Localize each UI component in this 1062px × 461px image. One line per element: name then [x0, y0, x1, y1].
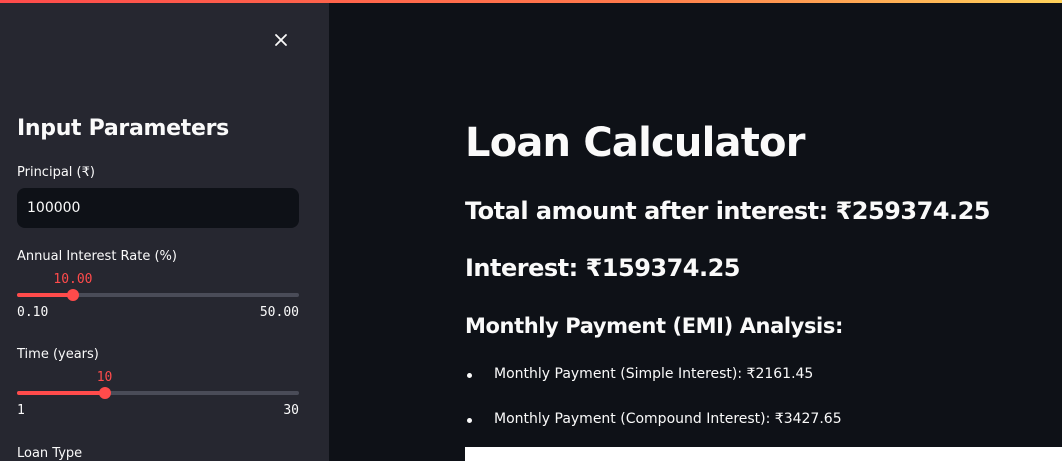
- slider-thumb[interactable]: [66, 289, 79, 301]
- close-icon: [275, 34, 287, 46]
- interest-rate-slider[interactable]: 10.00 0.10 50.00: [17, 272, 299, 320]
- time-label: Time (years): [17, 347, 99, 362]
- top-decoration-bar: [0, 0, 1062, 3]
- total-amount-heading: Total amount after interest: ₹259374.25: [465, 197, 991, 225]
- time-slider[interactable]: 10 1 30: [17, 370, 299, 418]
- sidebar: Input Parameters Principal (₹) 100000 An…: [0, 0, 329, 461]
- slider-max-label: 30: [283, 403, 299, 418]
- slider-fill: [17, 391, 105, 395]
- slider-value: 10.00: [53, 272, 93, 287]
- page-title: Loan Calculator: [465, 120, 805, 166]
- loan-type-label: Loan Type: [17, 446, 83, 461]
- main-content: Loan Calculator Total amount after inter…: [329, 0, 1062, 461]
- bullet-dot: [467, 373, 472, 378]
- emi-compound-text: Monthly Payment (Compound Interest): ₹34…: [494, 411, 842, 427]
- slider-min-label: 1: [17, 403, 25, 418]
- principal-label: Principal (₹): [17, 165, 95, 180]
- sidebar-title: Input Parameters: [17, 116, 229, 141]
- bullet-dot: [467, 418, 472, 423]
- slider-min-label: 0.10: [17, 305, 49, 320]
- interest-heading: Interest: ₹159374.25: [465, 254, 741, 282]
- interest-rate-label: Annual Interest Rate (%): [17, 249, 177, 264]
- chart-area: [465, 447, 1062, 461]
- emi-heading: Monthly Payment (EMI) Analysis:: [465, 314, 843, 338]
- slider-fill: [17, 293, 73, 297]
- slider-max-label: 50.00: [259, 305, 299, 320]
- emi-simple-text: Monthly Payment (Simple Interest): ₹2161…: [494, 366, 814, 382]
- principal-input[interactable]: 100000: [17, 188, 299, 228]
- close-sidebar-button[interactable]: [268, 27, 294, 53]
- slider-value: 10: [96, 370, 113, 385]
- slider-thumb[interactable]: [98, 387, 111, 399]
